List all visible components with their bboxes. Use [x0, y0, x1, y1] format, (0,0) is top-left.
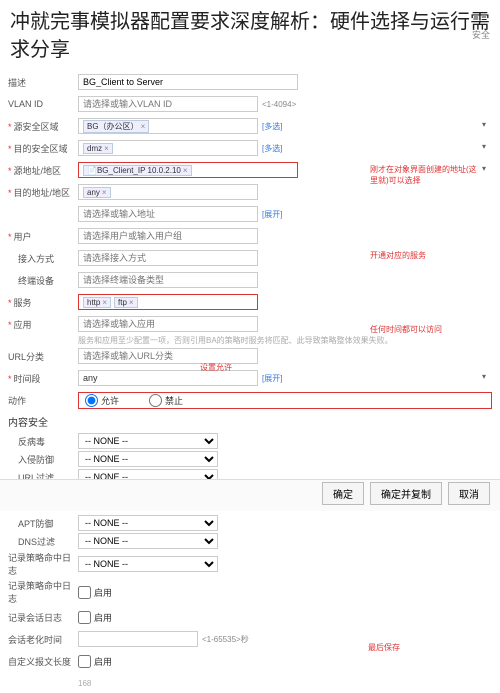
expand-link[interactable]: [展开]: [262, 374, 282, 383]
src-zone-label: *源安全区域: [8, 120, 78, 133]
log-traffic-label: 记录策略命中日志: [8, 579, 78, 605]
src-addr-tag: 📄 BG_Client_IP 10.0.2.10×: [83, 165, 192, 176]
button-bar: 确定 确定并复制 取消: [322, 482, 490, 505]
schedule-label: *时间段: [8, 372, 78, 385]
src-zone-select[interactable]: BG（办公区）×▾: [78, 118, 258, 134]
service-annotation: 开通对应的服务: [370, 250, 426, 261]
action-permit-radio[interactable]: 允许: [85, 394, 119, 407]
custom-len-checkbox[interactable]: 启用: [78, 655, 112, 668]
log-policy-label: 记录策略命中日志: [8, 551, 78, 577]
desc-input[interactable]: [78, 74, 298, 90]
save-annotation: 最后保存: [368, 642, 400, 653]
custom-len-label: 自定义报文长度: [8, 655, 78, 668]
log-session-checkbox[interactable]: 启用: [78, 611, 112, 624]
apt-label: APT防御: [8, 517, 78, 530]
close-icon[interactable]: ×: [141, 122, 146, 131]
access-label: 接入方式: [8, 252, 78, 265]
chevron-down-icon: ▾: [482, 164, 486, 173]
config-form: 描述 VLAN ID <1-4094> *源安全区域 BG（办公区）×▾[多选]…: [0, 72, 500, 693]
apt-select[interactable]: -- NONE --: [78, 515, 218, 531]
service-tag-http: http×: [83, 297, 111, 308]
service-hint: 服务和应用至少配置一项，否则引用BA的策略时服务将匹配、此导致策略整体效果失败。: [78, 336, 492, 346]
access-input[interactable]: [78, 250, 258, 266]
cfg-annotation: 设置允许: [200, 362, 232, 373]
desc-label: 描述: [8, 76, 78, 89]
action-deny-radio[interactable]: 禁止: [149, 394, 183, 407]
ips-select[interactable]: -- NONE --: [78, 451, 218, 467]
av-select[interactable]: -- NONE --: [78, 433, 218, 449]
dst-zone-label: *目的安全区域: [8, 142, 78, 155]
ok-button[interactable]: 确定: [322, 482, 364, 505]
tab-security[interactable]: 安全: [472, 28, 490, 41]
session-aging-input[interactable]: [78, 631, 198, 647]
content-security-header: 内容安全: [8, 414, 492, 429]
terminal-input[interactable]: [78, 272, 258, 288]
chevron-down-icon: ▾: [482, 142, 486, 151]
log-session-label: 记录会话日志: [8, 611, 78, 624]
src-addr-label: *源地址/地区: [8, 164, 78, 177]
service-tag-ftp: ftp×: [114, 297, 138, 308]
dst-addr-tag: any×: [83, 187, 111, 198]
ips-label: 入侵防御: [8, 453, 78, 466]
addr-annotation: 刚才在对象界面创建的地址(这里就)可以选择: [370, 164, 480, 186]
close-icon[interactable]: ×: [102, 188, 107, 197]
chevron-down-icon: ▾: [482, 372, 486, 381]
log-traffic-checkbox[interactable]: 启用: [78, 586, 112, 599]
user-label: *用户: [8, 230, 78, 243]
multi-link[interactable]: [多选]: [262, 122, 282, 131]
action-label: 动作: [8, 394, 78, 407]
app-input[interactable]: [78, 316, 258, 332]
page-title: 冲就完事模拟器配置要求深度解析：硬件选择与运行需求分享: [0, 0, 500, 72]
service-select[interactable]: http× ftp×: [78, 294, 258, 310]
terminal-label: 终端设备: [8, 274, 78, 287]
session-range: <1-65535>秒: [202, 635, 249, 644]
dns-select[interactable]: -- NONE --: [78, 533, 218, 549]
service-label: *服务: [8, 296, 78, 309]
url-cat-label: URL分类: [8, 350, 78, 363]
vlan-label: VLAN ID: [8, 99, 78, 109]
dst-zone-tag: dmz×: [83, 143, 113, 154]
cancel-button[interactable]: 取消: [448, 482, 490, 505]
dst-addr-extra-input[interactable]: [78, 206, 258, 222]
src-zone-tag: BG（办公区）×: [83, 120, 149, 133]
user-input[interactable]: [78, 228, 258, 244]
chevron-down-icon: ▾: [482, 120, 486, 129]
custom-len-hint: 168: [78, 679, 91, 688]
ok-copy-button[interactable]: 确定并复制: [370, 482, 442, 505]
time-annotation: 任何时间都可以访问: [370, 324, 442, 335]
av-label: 反病毒: [8, 435, 78, 448]
close-icon[interactable]: ×: [102, 298, 107, 307]
src-addr-select[interactable]: 📄 BG_Client_IP 10.0.2.10×▾: [78, 162, 298, 178]
dst-addr-select[interactable]: any×: [78, 184, 258, 200]
vlan-range: <1-4094>: [262, 100, 296, 109]
close-icon[interactable]: ×: [129, 298, 134, 307]
app-label: *应用: [8, 318, 78, 331]
expand-link[interactable]: [展开]: [262, 210, 282, 219]
log-policy-select[interactable]: -- NONE --: [78, 556, 218, 572]
multi-link[interactable]: [多选]: [262, 144, 282, 153]
close-icon[interactable]: ×: [104, 144, 109, 153]
dns-label: DNS过滤: [8, 535, 78, 548]
dst-addr-label: *目的地址/地区: [8, 186, 78, 199]
close-icon[interactable]: ×: [183, 166, 188, 175]
dst-zone-select[interactable]: dmz×▾: [78, 140, 258, 156]
vlan-input[interactable]: [78, 96, 258, 112]
session-aging-label: 会话老化时间: [8, 633, 78, 646]
